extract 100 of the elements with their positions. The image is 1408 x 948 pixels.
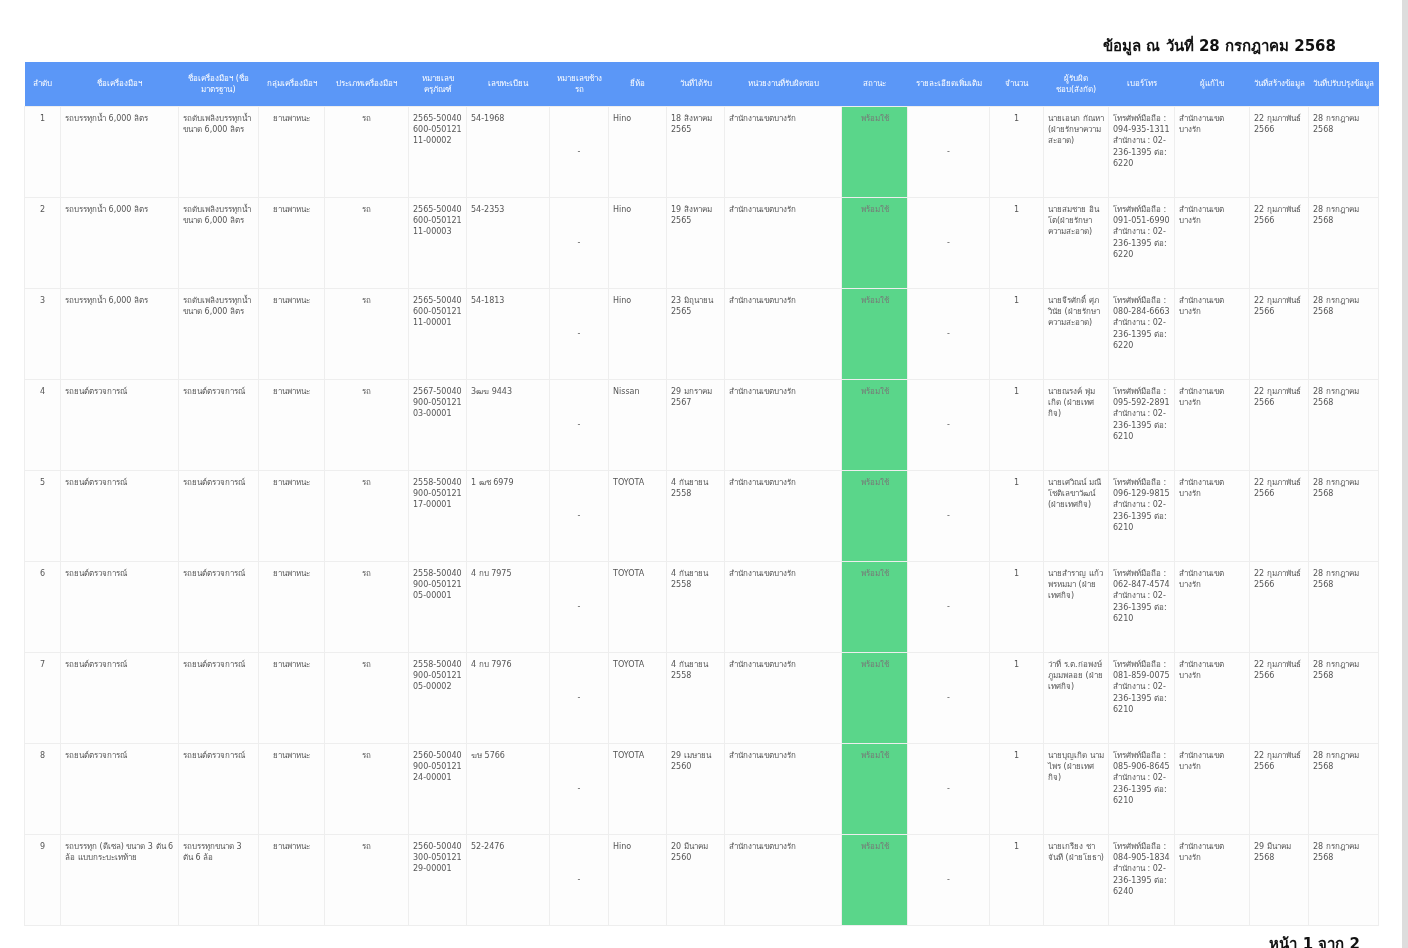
table-cell: 54-1813 bbox=[466, 288, 550, 380]
table-cell: รถ bbox=[324, 834, 409, 926]
table-cell: สำนักงานเขตบางรัก bbox=[1174, 106, 1250, 198]
status-cell: พร้อมใช้ bbox=[841, 379, 908, 471]
table-cell: รถบรรทุก (ดีเซล) ขนาด 3 ตัน 6 ล้อ แบบกระบะเทท้าย bbox=[60, 834, 179, 926]
table-cell: สำนักงานเขตบางรัก bbox=[724, 470, 842, 562]
table-cell: 28 กรกฎาคม 2568 bbox=[1308, 561, 1379, 653]
column-header: ผู้รับผิดชอบ(สังกัด) bbox=[1043, 62, 1109, 107]
table-cell: 6 bbox=[24, 561, 61, 653]
table-cell: โทรศัพท์มือถือ : 085-906-8645 สำนักงาน : 02-236-1395 ต่อ: 6210 bbox=[1108, 743, 1175, 835]
column-header: วันที่สร้างข้อมูล bbox=[1249, 62, 1309, 107]
table-cell: รถ bbox=[324, 743, 409, 835]
table-cell: - bbox=[549, 470, 609, 562]
table-cell: ยานพาหนะ bbox=[258, 743, 325, 835]
table-cell: 29 มกราคม 2567 bbox=[666, 379, 725, 471]
table-cell: 22 กุมภาพันธ์ 2566 bbox=[1249, 652, 1309, 744]
table-cell: รถยนต์ตรวจการณ์ bbox=[178, 561, 259, 653]
table-cell: 54-2353 bbox=[466, 197, 550, 289]
table-cell: นายจีรศักดิ์ ศุภวินัย (ฝ่ายรักษาความสะอาด) bbox=[1043, 288, 1109, 380]
table-cell: รถ bbox=[324, 379, 409, 471]
column-header: หมายเลขช้างรถ bbox=[549, 62, 609, 107]
table-cell: - bbox=[549, 288, 609, 380]
table-cell: สำนักงานเขตบางรัก bbox=[1174, 288, 1250, 380]
table-cell: 2565-50040600-05012111-00001 bbox=[408, 288, 467, 380]
table-cell: สำนักงานเขตบางรัก bbox=[724, 561, 842, 653]
status-cell: พร้อมใช้ bbox=[841, 743, 908, 835]
table-cell: 22 กุมภาพันธ์ 2566 bbox=[1249, 106, 1309, 198]
table-cell: นายเกรียง ชาจันที (ฝ่ายโยธา) bbox=[1043, 834, 1109, 926]
table-cell: รถยนต์ตรวจการณ์ bbox=[178, 470, 259, 562]
table-cell: 19 สิงหาคม 2565 bbox=[666, 197, 725, 289]
table-cell: ยานพาหนะ bbox=[258, 561, 325, 653]
table-cell: โทรศัพท์มือถือ : 095-592-2891 สำนักงาน : 02-236-1395 ต่อ: 6210 bbox=[1108, 379, 1175, 471]
table-cell: นายสำราญ แก้วพรหมมา (ฝ่ายเทศกิจ) bbox=[1043, 561, 1109, 653]
table-cell: ฆษ 5766 bbox=[466, 743, 550, 835]
table-cell: รถยนต์ตรวจการณ์ bbox=[60, 379, 179, 471]
table-cell: 28 กรกฎาคม 2568 bbox=[1308, 197, 1379, 289]
table-cell: 4 bbox=[24, 379, 61, 471]
column-header: วันที่ปรับปรุงข้อมูล bbox=[1308, 62, 1379, 107]
column-header: รายละเอียดเพิ่มเติม bbox=[907, 62, 990, 107]
status-cell: พร้อมใช้ bbox=[841, 834, 908, 926]
table-cell: - bbox=[907, 561, 990, 653]
table-cell: รถยนต์ตรวจการณ์ bbox=[60, 561, 179, 653]
table-cell: Hino bbox=[608, 106, 667, 198]
table-cell: สำนักงานเขตบางรัก bbox=[724, 197, 842, 289]
column-header: ประเภทเครื่องมือฯ bbox=[324, 62, 409, 107]
table-cell: - bbox=[907, 197, 990, 289]
table-cell: 1 ฒช 6979 bbox=[466, 470, 550, 562]
table-cell: 28 กรกฎาคม 2568 bbox=[1308, 288, 1379, 380]
table-cell: TOYOTA bbox=[608, 561, 667, 653]
column-header: ผู้แก้ไข bbox=[1174, 62, 1250, 107]
table-cell: 52-2476 bbox=[466, 834, 550, 926]
table-cell: 7 bbox=[24, 652, 61, 744]
table-cell: 1 bbox=[989, 197, 1044, 289]
status-cell: พร้อมใช้ bbox=[841, 197, 908, 289]
table-cell: โทรศัพท์มือถือ : 081-859-0075 สำนักงาน : 02-236-1395 ต่อ: 6210 bbox=[1108, 652, 1175, 744]
table-cell: Hino bbox=[608, 288, 667, 380]
table-cell: สำนักงานเขตบางรัก bbox=[1174, 652, 1250, 744]
table-cell: 22 กุมภาพันธ์ 2566 bbox=[1249, 743, 1309, 835]
table-cell: รถยนต์ตรวจการณ์ bbox=[60, 743, 179, 835]
table-cell: สำนักงานเขตบางรัก bbox=[1174, 561, 1250, 653]
column-header: จำนวน bbox=[989, 62, 1044, 107]
table-cell: รถยนต์ตรวจการณ์ bbox=[178, 379, 259, 471]
table-cell: นายบุญเกิด นามไพร (ฝ่ายเทศกิจ) bbox=[1043, 743, 1109, 835]
table-cell: 28 กรกฎาคม 2568 bbox=[1308, 379, 1379, 471]
table-cell: รถยนต์ตรวจการณ์ bbox=[60, 652, 179, 744]
table-cell: 1 bbox=[989, 379, 1044, 471]
table-cell: สำนักงานเขตบางรัก bbox=[1174, 470, 1250, 562]
table-cell: 2560-50040300-05012129-00001 bbox=[408, 834, 467, 926]
table-cell: โทรศัพท์มือถือ : 084-905-1834 สำนักงาน : 02-236-1395 ต่อ: 6240 bbox=[1108, 834, 1175, 926]
table-cell: รถบรรทุกขนาด 3 ตัน 6 ล้อ bbox=[178, 834, 259, 926]
status-cell: พร้อมใช้ bbox=[841, 561, 908, 653]
table-cell: - bbox=[549, 379, 609, 471]
table-cell: รถ bbox=[324, 561, 409, 653]
table-cell: สำนักงานเขตบางรัก bbox=[724, 288, 842, 380]
table-cell: 1 bbox=[989, 470, 1044, 562]
table-cell: 28 กรกฎาคม 2568 bbox=[1308, 106, 1379, 198]
table-cell: 22 กุมภาพันธ์ 2566 bbox=[1249, 561, 1309, 653]
status-cell: พร้อมใช้ bbox=[841, 652, 908, 744]
table-cell: 5 bbox=[24, 470, 61, 562]
status-cell: พร้อมใช้ bbox=[841, 106, 908, 198]
table-cell: - bbox=[907, 652, 990, 744]
table-cell: ยานพาหนะ bbox=[258, 379, 325, 471]
table-cell: 2558-50040900-05012117-00001 bbox=[408, 470, 467, 562]
table-cell: 4 กบ 7975 bbox=[466, 561, 550, 653]
table-cell: - bbox=[549, 561, 609, 653]
table-cell: 18 สิงหาคม 2565 bbox=[666, 106, 725, 198]
column-header: เลขทะเบียน bbox=[466, 62, 550, 107]
table-cell: - bbox=[549, 743, 609, 835]
table-cell: - bbox=[907, 106, 990, 198]
table-cell: รถดับเพลิงบรรทุกน้ำขนาด 6,000 ลิตร bbox=[178, 288, 259, 380]
table-cell: 1 bbox=[989, 834, 1044, 926]
table-cell: 9 bbox=[24, 834, 61, 926]
table-cell: สำนักงานเขตบางรัก bbox=[1174, 834, 1250, 926]
table-cell: 1 bbox=[989, 288, 1044, 380]
table-cell: 1 bbox=[989, 652, 1044, 744]
table-cell: รถยนต์ตรวจการณ์ bbox=[60, 470, 179, 562]
table-cell: 1 bbox=[24, 106, 61, 198]
table-cell: ยานพาหนะ bbox=[258, 288, 325, 380]
table-cell: 22 กุมภาพันธ์ 2566 bbox=[1249, 288, 1309, 380]
table-cell: 4 กันยายน 2558 bbox=[666, 561, 725, 653]
